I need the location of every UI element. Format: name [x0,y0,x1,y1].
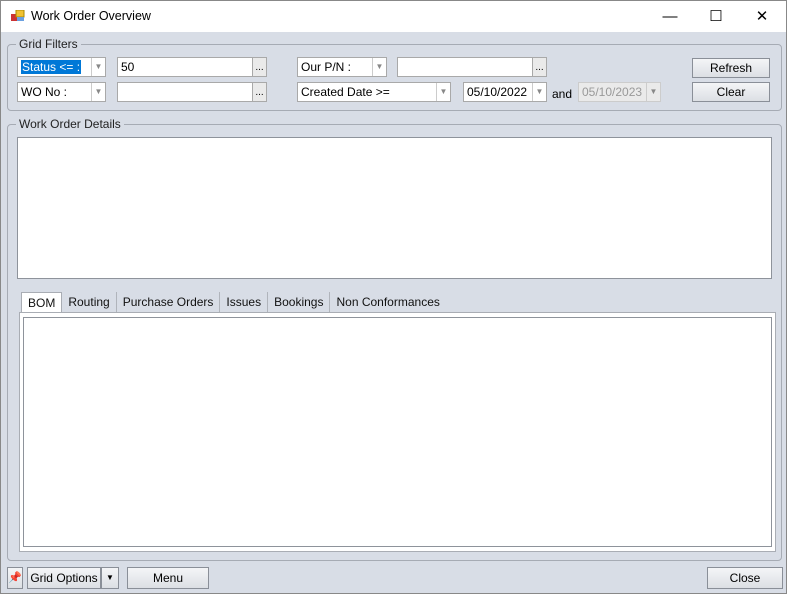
filter-field-1-select[interactable]: Status <= : ▼ [17,57,106,77]
filter-field-2-select[interactable]: WO No : ▼ [17,82,106,102]
grid-filters-label: Grid Filters [16,37,81,51]
selected-text: Status <= : [21,60,82,74]
chevron-down-icon: ▼ [532,83,546,101]
date-text: 05/10/2023 [582,85,643,99]
filter-value-3-input[interactable] [397,57,533,77]
work-order-details-grid[interactable] [17,137,772,279]
refresh-button[interactable]: Refresh [692,58,770,78]
filter-field-3-select[interactable]: Our P/N : ▼ [297,57,387,77]
chevron-down-icon: ▼ [436,83,450,101]
chevron-down-icon: ▼ [91,83,105,101]
tab-bookings[interactable]: Bookings [268,292,331,312]
clear-button[interactable]: Clear [692,82,770,102]
title-bar: Work Order Overview — ☐ ✕ [1,1,786,32]
close-window-button[interactable]: ✕ [739,1,785,32]
chevron-down-icon: ▼ [372,58,386,76]
date-text: 05/10/2022 [467,85,528,99]
caret-down-icon: ▼ [106,573,114,582]
menu-button[interactable]: Menu [127,567,209,589]
window-title: Work Order Overview [31,9,151,23]
selected-text: Created Date >= [301,85,390,99]
pin-button[interactable]: 📌 [7,567,23,589]
tab-issues[interactable]: Issues [220,292,269,312]
chevron-down-icon: ▼ [91,58,105,76]
work-order-details-label: Work Order Details [16,117,124,131]
minimize-button[interactable]: — [647,1,693,32]
tab-non-conformances[interactable]: Non Conformances [330,292,445,312]
date-from-picker[interactable]: 05/10/2022 ▼ [463,82,547,102]
grid-options-dropdown[interactable]: ▼ [101,567,119,589]
filter-2-browse-button[interactable]: ... [252,82,267,102]
tab-bom[interactable]: BOM [21,292,63,313]
filter-value-1-input[interactable]: 50 [117,57,253,77]
filter-1-browse-button[interactable]: ... [252,57,267,77]
selected-text: WO No : [21,85,68,99]
detail-tabs: BOM Routing Purchase Orders Issues Booki… [21,292,446,313]
tab-page [19,312,776,552]
tab-purchase-orders[interactable]: Purchase Orders [117,292,221,312]
date-to-picker: 05/10/2023 ▼ [578,82,661,102]
bom-grid[interactable] [23,317,772,547]
selected-text: Our P/N : [301,60,352,74]
pin-icon: 📌 [8,572,22,584]
work-order-window: Work Order Overview — ☐ ✕ Grid Filters S… [0,0,787,594]
and-label: and [552,87,573,101]
tab-routing[interactable]: Routing [62,292,117,312]
maximize-button[interactable]: ☐ [693,1,739,32]
grid-options-button[interactable]: Grid Options [27,567,101,589]
chevron-down-icon: ▼ [646,83,660,101]
app-icon [11,10,25,21]
close-button[interactable]: Close [707,567,783,589]
filter-3-browse-button[interactable]: ... [532,57,547,77]
filter-field-4-select[interactable]: Created Date >= ▼ [297,82,451,102]
filter-value-2-input[interactable] [117,82,253,102]
